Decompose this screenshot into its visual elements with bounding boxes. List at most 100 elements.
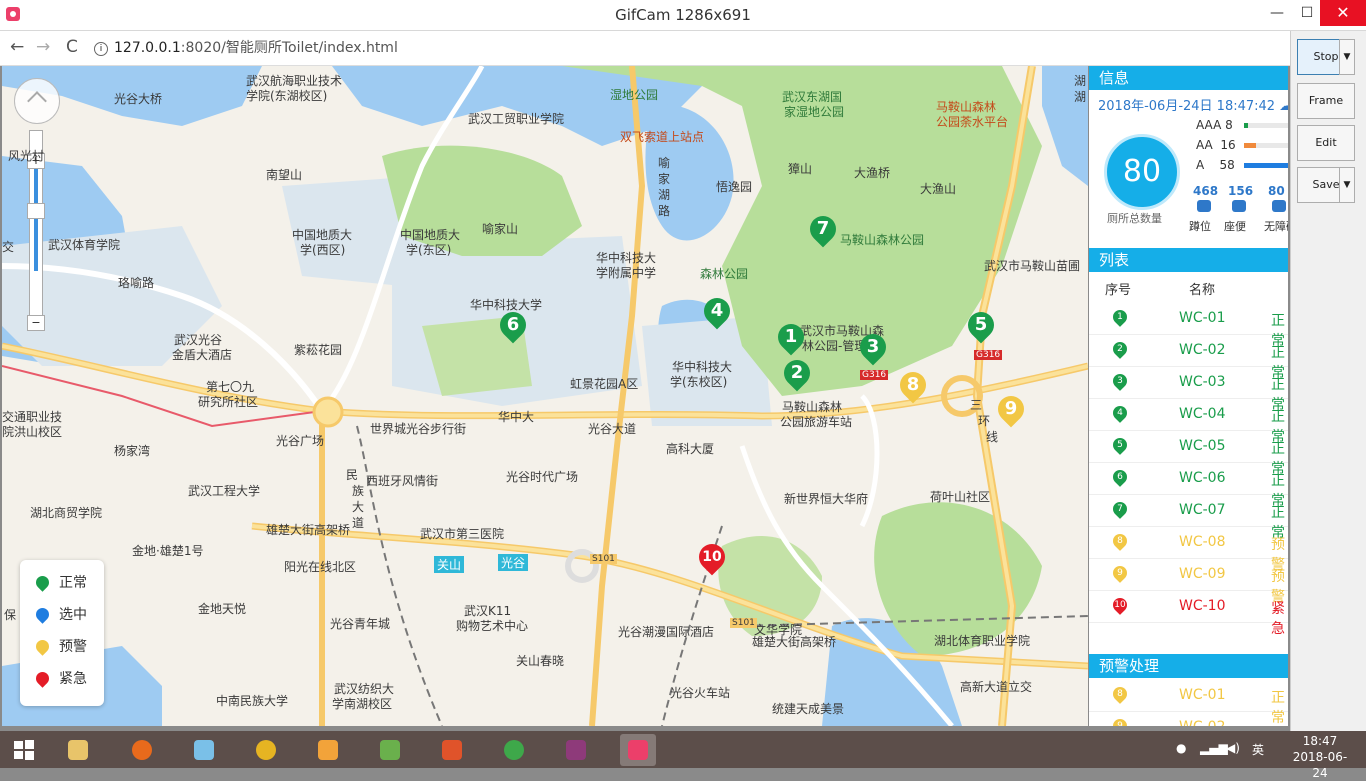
list-row[interactable]: 1 WC-01 正常: [1089, 302, 1288, 349]
cloud-icon: ☁: [1279, 99, 1288, 114]
map-label: 湖: [1074, 74, 1087, 88]
map-label: 华中科技大学: [470, 298, 543, 312]
reload-button[interactable]: C: [66, 37, 78, 57]
list-row[interactable]: 10 WC-10 紧急: [1089, 590, 1288, 637]
marker-number: 10: [702, 549, 722, 565]
map-label: 武汉市马鞍山苗圃: [984, 259, 1081, 273]
row-name: WC-06: [1179, 470, 1226, 486]
toilet-marker[interactable]: 2: [778, 354, 816, 392]
marker-number: 8: [906, 374, 920, 395]
taskbar-sublime[interactable]: [310, 734, 346, 766]
stop-button[interactable]: Stop ▼: [1297, 39, 1355, 75]
map-label: 光谷火车站: [670, 686, 731, 700]
notepad-icon: [194, 740, 214, 760]
volume-tray-icon[interactable]: ◀): [1226, 741, 1240, 755]
minimize-button[interactable]: —: [1262, 0, 1292, 26]
map-legend: 正常 选中 预警 紧急: [20, 560, 104, 706]
toilet-marker[interactable]: 4: [698, 292, 736, 330]
stop-dropdown-icon[interactable]: ▼: [1339, 39, 1355, 75]
row-name: WC-10: [1179, 598, 1226, 614]
list-row[interactable]: 7 WC-07 正常: [1089, 494, 1288, 541]
toilet-marker[interactable]: 9: [992, 390, 1030, 428]
toilet-marker[interactable]: 10: [693, 538, 731, 576]
map-label: 喻: [658, 156, 671, 170]
map-label: S101: [730, 618, 757, 628]
map-label: 阳光在线北区: [284, 560, 357, 574]
taskbar-explorer[interactable]: [60, 734, 96, 766]
stat-seat: 156 座便: [1224, 184, 1254, 233]
map-label: 西班牙风情街: [366, 474, 439, 488]
zoom-handle[interactable]: [27, 203, 45, 219]
save-dropdown-icon[interactable]: ▼: [1339, 167, 1355, 203]
address-bar[interactable]: i 127.0.0.1:8020/智能厕所Toilet/index.html: [94, 37, 398, 57]
taskbar-baidu[interactable]: [248, 734, 284, 766]
list-row[interactable]: 9 WC-09 预警: [1089, 558, 1288, 605]
close-button[interactable]: ✕: [1320, 0, 1366, 26]
taskbar-chrome[interactable]: [496, 734, 532, 766]
list-row[interactable]: 3 WC-03 正常: [1089, 366, 1288, 413]
save-button[interactable]: Save ▼: [1297, 167, 1355, 203]
firefox-icon: [132, 740, 152, 760]
map-label: 学南湖校区: [332, 697, 393, 711]
map-label: 光谷青年城: [330, 617, 391, 631]
map-label: 湖北体育职业学院: [934, 634, 1031, 648]
warning-row[interactable]: 8 WC-01 正常: [1089, 679, 1288, 726]
taskbar-notepad[interactable]: [186, 734, 222, 766]
taskbar-winrar[interactable]: [558, 734, 594, 766]
taskbar-firefox[interactable]: [124, 734, 160, 766]
taskbar-clock[interactable]: 18:47 2018-06-24: [1290, 733, 1350, 781]
row-name: WC-03: [1179, 374, 1226, 390]
zoom-out-button[interactable]: −: [27, 315, 45, 331]
list-row[interactable]: 2 WC-02 正常: [1089, 334, 1288, 381]
toilet-marker[interactable]: 7: [804, 210, 842, 248]
legend-warning: 预警: [33, 636, 87, 656]
map-label: S101: [590, 554, 617, 564]
window-title: GifCam 1286x691: [615, 6, 751, 24]
map-label: 线: [986, 430, 999, 444]
info-header: 信息: [1089, 66, 1288, 90]
row-pin-icon: 8: [1110, 531, 1130, 551]
toilet-marker[interactable]: 1: [772, 318, 810, 356]
map-label: 荷叶山社区: [930, 490, 991, 504]
toilet-marker[interactable]: 5: [962, 306, 1000, 344]
map-label: 交: [2, 240, 15, 254]
toilet-marker[interactable]: 6: [494, 306, 532, 344]
info-icon[interactable]: i: [94, 42, 108, 56]
camera-icon: [628, 740, 648, 760]
list-row[interactable]: 5 WC-05 正常: [1089, 430, 1288, 477]
toilet-marker[interactable]: 3: [854, 328, 892, 366]
taskbar-gifcam[interactable]: [620, 734, 656, 766]
back-button[interactable]: ←: [10, 37, 24, 57]
map-label: 紫菘花园: [294, 343, 343, 357]
row-pin-icon: 4: [1110, 403, 1130, 423]
stat-squat: 468 蹲位: [1189, 184, 1219, 233]
taskbar-hbuilder[interactable]: [434, 734, 470, 766]
taskbar-chart-app[interactable]: [372, 734, 408, 766]
pan-control[interactable]: [14, 78, 60, 124]
row-name: WC-09: [1179, 566, 1226, 582]
ime-indicator[interactable]: 英: [1252, 741, 1264, 758]
list-row[interactable]: 8 WC-08 预警: [1089, 526, 1288, 573]
list-row[interactable]: 4 WC-04 正常: [1089, 398, 1288, 445]
warning-row[interactable]: 9 WC-02: [1089, 711, 1288, 726]
map-label: 学附属中学: [596, 266, 657, 280]
map-label: 学(东区): [406, 243, 452, 257]
info-panel: 信息 2018年-06月-24日 18:47:42 ☁ 80 厕所总数量 AAA…: [1089, 66, 1288, 726]
frame-button[interactable]: Frame: [1297, 83, 1355, 119]
edit-button[interactable]: Edit: [1297, 125, 1355, 161]
grade-a: A 58: [1196, 158, 1288, 172]
map-label: 大: [352, 500, 365, 514]
network-tray-icon[interactable]: ▂▄▆: [1200, 741, 1228, 755]
maximize-button[interactable]: ☐: [1292, 0, 1322, 26]
forward-button[interactable]: →: [36, 37, 50, 57]
toilet-marker[interactable]: 8: [894, 366, 932, 404]
map-label: 虹景花园A区: [570, 377, 639, 391]
wechat-tray-icon[interactable]: ●: [1176, 741, 1186, 755]
list-row[interactable]: 6 WC-06 正常: [1089, 462, 1288, 509]
map-label: 杨家湾: [114, 444, 151, 458]
windows-start-button[interactable]: [6, 734, 42, 766]
map-label: 武汉市第三医院: [420, 527, 505, 541]
grade-aaa: AAA 8: [1196, 118, 1288, 132]
map-label: 武汉工程大学: [188, 484, 261, 498]
map-view[interactable]: + − 武汉航海职业技术 学院(东湖校区) 光谷大桥 武汉工贸职业学院 湿地公园 武汉东湖…: [2, 66, 1088, 726]
